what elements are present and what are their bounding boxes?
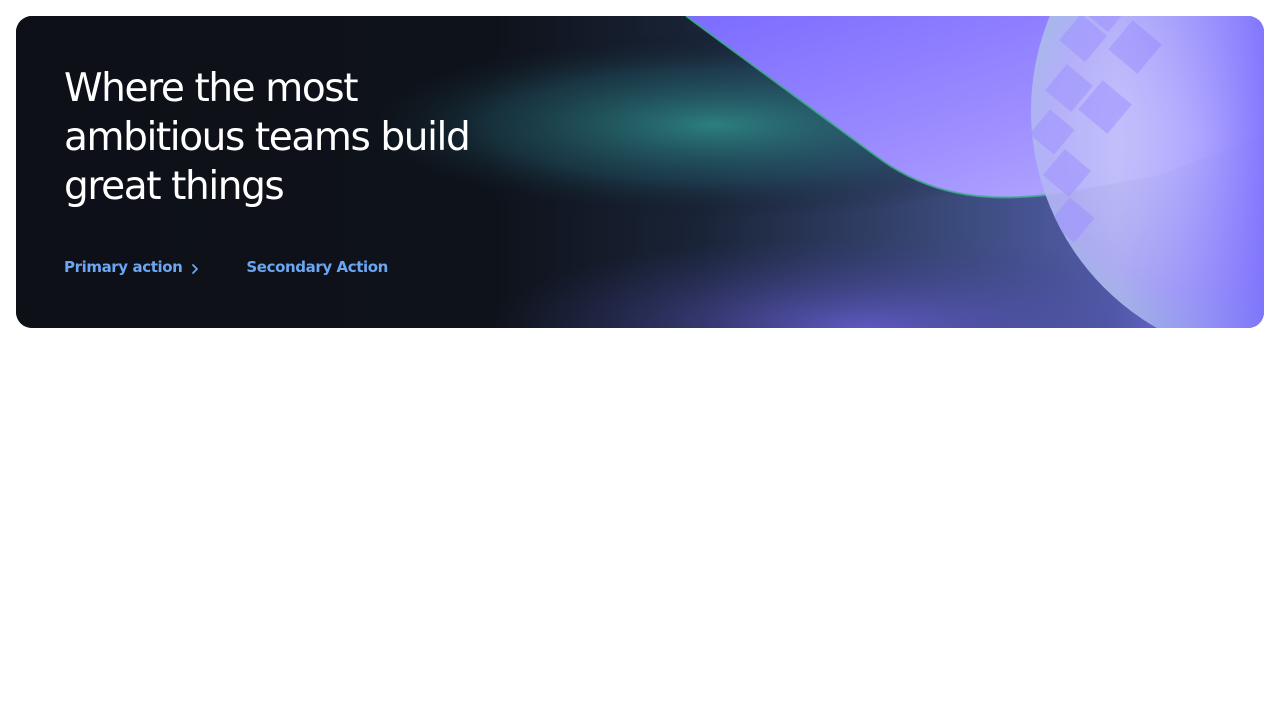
hero-banner: Where the most ambitious teams build gre… (16, 16, 1264, 328)
primary-action-link[interactable]: Primary action (64, 258, 200, 276)
hero-content: Where the most ambitious teams build gre… (64, 64, 524, 211)
chevron-right-icon (190, 261, 200, 274)
secondary-action-link[interactable]: Secondary Action (246, 258, 388, 276)
hero-actions: Primary action Secondary Action (64, 256, 388, 278)
hero-title: Where the most ambitious teams build gre… (64, 66, 471, 209)
primary-action-label: Primary action (64, 258, 183, 276)
